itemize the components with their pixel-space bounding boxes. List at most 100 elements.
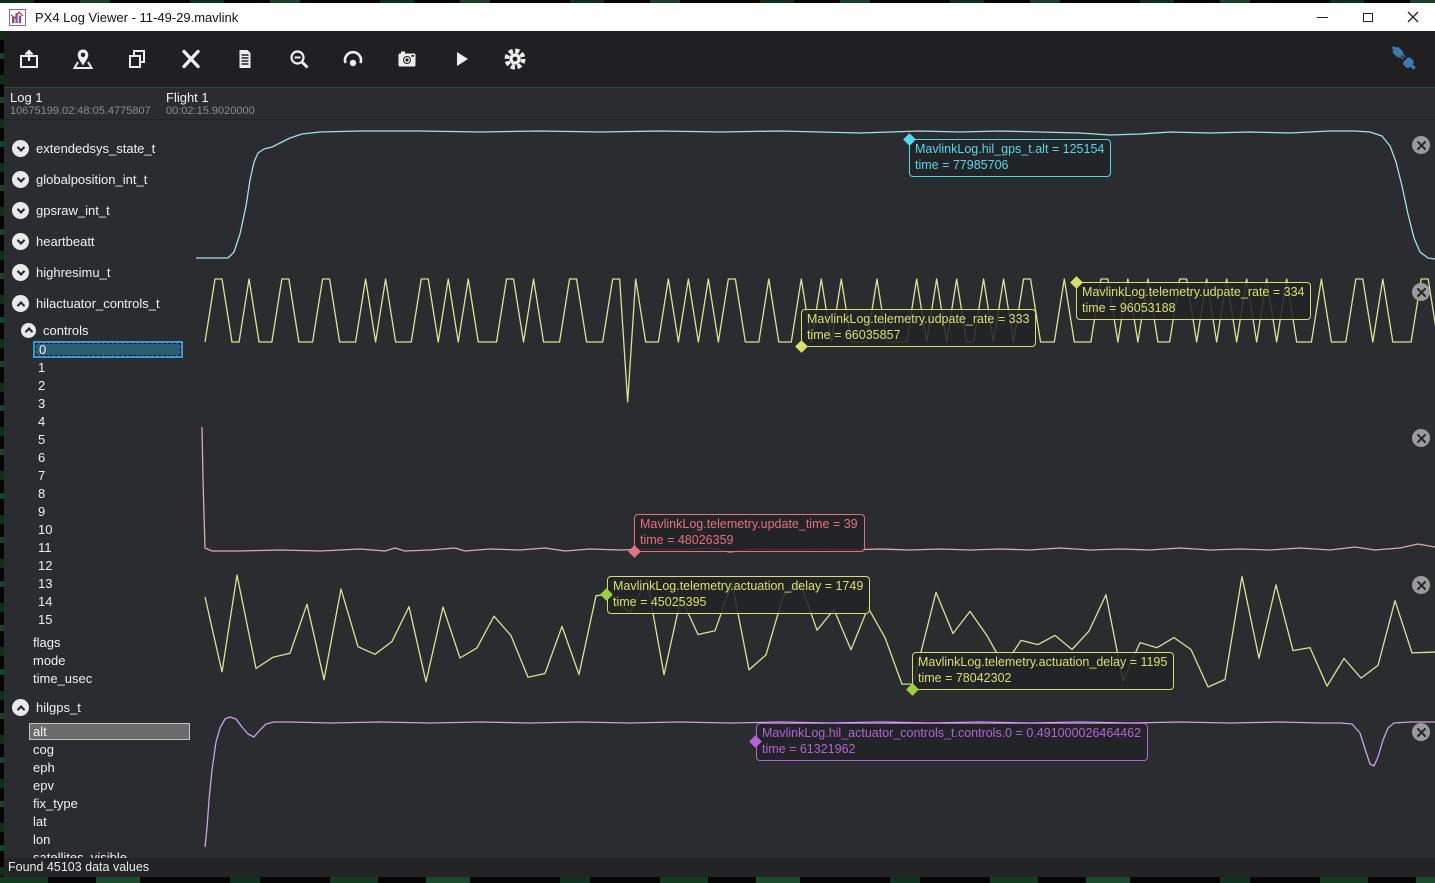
sidebar-item-label: lat	[33, 813, 196, 831]
sidebar-item-label: alt	[29, 723, 190, 740]
sidebar-item-label: 11	[38, 539, 196, 557]
sidebar-item-10[interactable]: 10	[0, 521, 196, 539]
sidebar-item-label: extendedsys_state_t	[36, 141, 155, 156]
chart-close-button[interactable]	[1412, 723, 1430, 741]
sidebar-item-lat[interactable]: lat	[0, 813, 196, 831]
chevron-down-icon[interactable]	[12, 233, 29, 250]
sidebar-item-label: 1	[38, 359, 196, 377]
sidebar-item-label: 4	[38, 413, 196, 431]
sidebar-item-9[interactable]: 9	[0, 503, 196, 521]
sidebar-item-label: fix_type	[33, 795, 196, 813]
sidebar-item-label: epv	[33, 777, 196, 795]
sidebar-item-cog[interactable]: cog	[0, 741, 196, 759]
chart-tooltip: MavlinkLog.telemetry.update_time = 39tim…	[634, 514, 865, 552]
chart-close-button[interactable]	[1412, 283, 1430, 301]
tooltip-time-line: time = 66035857	[807, 328, 1029, 344]
sidebar-item-15[interactable]: 15	[0, 611, 196, 629]
sidebar-item-extendedsys_state_t[interactable]: extendedsys_state_t	[0, 133, 196, 164]
chevron-down-icon[interactable]	[12, 202, 29, 219]
sidebar-item-label: 8	[38, 485, 196, 503]
sidebar-item-5[interactable]: 5	[0, 431, 196, 449]
sidebar-item-flags[interactable]: flags	[0, 634, 196, 652]
status-text: Found 45103 data values	[8, 860, 149, 874]
sidebar-item-2[interactable]: 2	[0, 377, 196, 395]
sidebar-item-alt[interactable]: alt	[0, 723, 196, 741]
chart-tooltip: MavlinkLog.telemetry.actuation_delay = 1…	[912, 652, 1174, 690]
sidebar-item-label: lon	[33, 831, 196, 849]
sidebar-item-controls[interactable]: controls	[0, 319, 196, 341]
tooltip-time-line: time = 61321962	[762, 742, 1141, 758]
sidebar-item-label: 3	[38, 395, 196, 413]
sidebar-item-lon[interactable]: lon	[0, 831, 196, 849]
sidebar-item-label: gpsraw_int_t	[36, 203, 110, 218]
close-icon	[1417, 434, 1426, 443]
sidebar-item-label: eph	[33, 759, 196, 777]
close-icon	[1417, 141, 1426, 150]
sidebar-item-time_usec[interactable]: time_usec	[0, 670, 196, 688]
sidebar-item-14[interactable]: 14	[0, 593, 196, 611]
chart-close-button[interactable]	[1412, 429, 1430, 447]
sidebar-item-label: mode	[33, 652, 196, 670]
message-tree: extendedsys_state_t globalposition_int_tg…	[0, 120, 196, 858]
sidebar-item-label: heartbeatt	[36, 234, 95, 249]
sidebar-item-label: flags	[33, 634, 196, 652]
close-icon	[1417, 288, 1426, 297]
chevron-up-icon[interactable]	[21, 323, 36, 338]
desktop-edge-left	[0, 31, 4, 877]
chevron-up-icon[interactable]	[12, 295, 29, 312]
sidebar-item-label: 12	[38, 557, 196, 575]
chart-line-MavlinkLog.hil_gps_t.alt	[196, 131, 1435, 259]
sidebar-item-4[interactable]: 4	[0, 413, 196, 431]
sidebar-item-label: hilactuator_controls_t	[36, 296, 160, 311]
close-icon	[1417, 728, 1426, 737]
sidebar-item-globalposition_int_t[interactable]: globalposition_int_t	[0, 164, 196, 195]
sidebar-item-13[interactable]: 13	[0, 575, 196, 593]
sidebar-item-hilgps_t[interactable]: hilgps_t	[0, 692, 196, 723]
sidebar-item-6[interactable]: 6	[0, 449, 196, 467]
tooltip-time-line: time = 77985706	[915, 158, 1104, 174]
sidebar-item-epv[interactable]: epv	[0, 777, 196, 795]
sidebar-item-gpsraw_int_t[interactable]: gpsraw_int_t	[0, 195, 196, 226]
sidebar-item-0[interactable]: 0	[0, 341, 196, 359]
sidebar-item-3[interactable]: 3	[0, 395, 196, 413]
sidebar-item-label: controls	[43, 323, 89, 338]
sidebar-item-label: 9	[38, 503, 196, 521]
sidebar-item-highresimu_t[interactable]: highresimu_t	[0, 257, 196, 288]
sidebar-item-label: 7	[38, 467, 196, 485]
tooltip-label-line: MavlinkLog.telemetry.actuation_delay = 1…	[613, 579, 863, 595]
chart-tooltip: MavlinkLog.telemetry.udpate_rate = 333ti…	[801, 309, 1036, 347]
tooltip-label-line: MavlinkLog.hil_gps_t.alt = 125154	[915, 142, 1104, 158]
chart-close-button[interactable]	[1412, 576, 1430, 594]
tooltip-time-line: time = 45025395	[613, 595, 863, 611]
sidebar-item-heartbeatt[interactable]: heartbeatt	[0, 226, 196, 257]
sidebar-item-eph[interactable]: eph	[0, 759, 196, 777]
sidebar-item-1[interactable]: 1	[0, 359, 196, 377]
app-window: PX4 Log Viewer - 11-49-29.mavlink	[0, 0, 1435, 883]
chevron-down-icon[interactable]	[12, 140, 29, 157]
chevron-down-icon[interactable]	[12, 264, 29, 281]
close-icon	[1417, 581, 1426, 590]
sidebar-item-satellites_visible[interactable]: satellites_visible	[0, 849, 196, 858]
chart-close-button[interactable]	[1412, 136, 1430, 154]
sidebar-item-11[interactable]: 11	[0, 539, 196, 557]
sidebar-item-mode[interactable]: mode	[0, 652, 196, 670]
chevron-down-icon[interactable]	[12, 171, 29, 188]
sidebar-item-8[interactable]: 8	[0, 485, 196, 503]
sidebar-item-label: 14	[38, 593, 196, 611]
chevron-up-icon[interactable]	[12, 699, 29, 716]
sidebar-item-7[interactable]: 7	[0, 467, 196, 485]
tooltip-label-line: MavlinkLog.telemetry.udpate_rate = 333	[807, 312, 1029, 328]
tooltip-label-line: MavlinkLog.telemetry.actuation_delay = 1…	[918, 655, 1167, 671]
sidebar-item-hilactuator_controls_t[interactable]: hilactuator_controls_t	[0, 288, 196, 319]
tooltip-time-line: time = 48026359	[640, 533, 858, 549]
sidebar-item-fix_type[interactable]: fix_type	[0, 795, 196, 813]
tooltip-label-line: MavlinkLog.telemetry.update_time = 39	[640, 517, 858, 533]
plot-area: extendedsys_state_t globalposition_int_tg…	[0, 120, 1435, 858]
chart-tooltip: MavlinkLog.hil_gps_t.alt = 125154time = …	[909, 139, 1111, 177]
sidebar-item-label: 15	[38, 611, 196, 629]
sidebar-item-label: 10	[38, 521, 196, 539]
sidebar-item-12[interactable]: 12	[0, 557, 196, 575]
sidebar-item-label: 13	[38, 575, 196, 593]
sidebar-item-label: hilgps_t	[36, 700, 81, 715]
desktop-edge-bottom	[0, 877, 1435, 883]
